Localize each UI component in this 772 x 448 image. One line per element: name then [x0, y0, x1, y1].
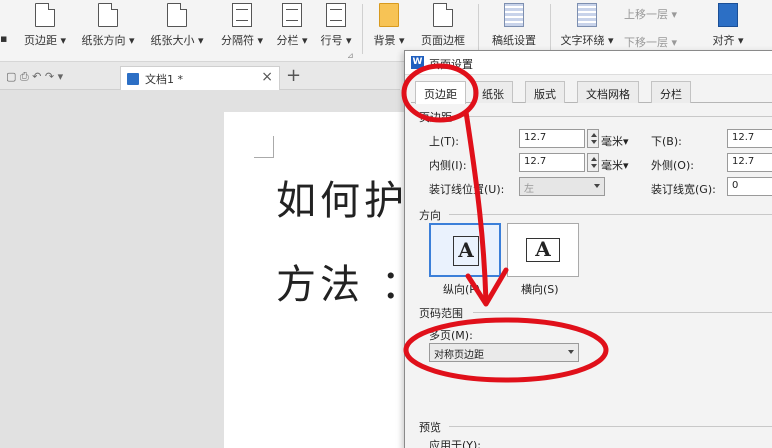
landscape-label: 横向(S) [521, 283, 559, 296]
background-icon [379, 3, 399, 27]
manuscript-icon [504, 3, 524, 27]
top-margin-spinner[interactable] [587, 129, 599, 148]
page-setup-dialog: W 页面设置 页边距 纸张 版式 文档网格 分栏 页边距 上(T): 12.7 … [404, 50, 772, 448]
orientation-button-label: 纸张方向 ▾ [81, 34, 135, 47]
text-wrap-button-label: 文字环绕 ▾ [560, 34, 614, 47]
inside-margin-label: 内侧(I): [429, 159, 467, 172]
inside-margin-spinner[interactable] [587, 153, 599, 172]
orientation-section-title: 方向 [419, 209, 441, 222]
tab-doc-grid[interactable]: 文档网格 [577, 81, 639, 103]
inside-margin-unit[interactable]: 毫米▾ [601, 157, 629, 173]
align-button-label: 对齐 ▾ [712, 34, 744, 47]
document-icon [35, 3, 55, 27]
line-number-button[interactable]: 行号 ▾ [316, 0, 356, 58]
landscape-page-icon: A [526, 238, 560, 262]
document-icon [167, 3, 187, 27]
document-text-line: 如何护 [276, 178, 408, 224]
document-tab-bar: ▢ ⎙ ↶ ↷ ▾ 文档1 * × + [0, 62, 400, 90]
tab-paper[interactable]: 纸张 [473, 81, 513, 103]
landscape-option[interactable]: A [507, 223, 579, 277]
dialog-title: 页面设置 [429, 58, 473, 71]
send-backward-button[interactable]: 下移一层 ▾ [624, 34, 677, 50]
page-corner-marker [254, 136, 274, 158]
ribbon-separator [550, 4, 551, 54]
document-icon [98, 3, 118, 27]
background-button-label: 背景 ▾ [373, 34, 405, 47]
page-border-icon [433, 3, 453, 27]
section-divider [449, 214, 772, 215]
columns-button[interactable]: 分栏 ▾ [272, 0, 312, 58]
top-margin-input[interactable]: 12.7 [519, 129, 585, 148]
ribbon-separator [478, 4, 479, 54]
bring-forward-button[interactable]: 上移一层 ▾ [624, 6, 677, 22]
apply-to-label: 应用于(Y): [429, 439, 482, 448]
chevron-down-icon [568, 350, 574, 354]
dialog-title-bar[interactable]: W 页面设置 [405, 51, 772, 75]
group-expander[interactable]: ⊿ [347, 51, 354, 60]
document-area[interactable]: 如何护 方法 ： [0, 90, 421, 448]
outside-margin-input[interactable]: 12.7 [727, 153, 772, 172]
new-tab-icon[interactable]: + [286, 65, 301, 86]
gutter-width-input[interactable]: 0 [727, 177, 772, 196]
margins-section-title: 页边距 [419, 111, 452, 124]
document-tab[interactable]: 文档1 * × [120, 66, 280, 90]
multi-page-label: 多页(M): [429, 329, 473, 342]
section-divider [461, 116, 772, 117]
section-divider [449, 426, 772, 427]
bottom-margin-input[interactable]: 12.7 [727, 129, 772, 148]
paper-size-button[interactable]: 纸张大小 ▾ [146, 0, 208, 58]
wps-app-icon: W [411, 56, 424, 69]
preview-section-title: 预览 [419, 421, 441, 434]
document-tab-name: 文档1 * [145, 73, 183, 86]
top-margin-label: 上(T): [429, 135, 460, 148]
section-break-button[interactable]: 分隔符 ▾ [214, 0, 270, 58]
paper-size-button-label: 纸张大小 ▾ [150, 34, 204, 47]
multi-page-select[interactable]: 对称页边距 [429, 343, 579, 362]
gutter-position-label: 装订线位置(U): [429, 183, 505, 196]
bottom-margin-label: 下(B): [651, 135, 682, 148]
word-doc-icon [127, 73, 139, 85]
gutter-position-select: 左 [519, 177, 605, 196]
tab-columns[interactable]: 分栏 [651, 81, 691, 103]
section-break-icon [232, 3, 252, 27]
margins-button[interactable]: 页边距 ▾ [20, 0, 70, 58]
columns-icon [282, 3, 302, 27]
tab-layout[interactable]: 版式 [525, 81, 565, 103]
quick-access-icons[interactable]: ▢ ⎙ ↶ ↷ ▾ [6, 70, 63, 84]
line-number-button-label: 行号 ▾ [320, 34, 352, 47]
margins-button-label: 页边距 ▾ [23, 34, 67, 47]
portrait-label: 纵向(P) [443, 283, 481, 296]
dialog-tabs: 页边距 纸张 版式 文档网格 分栏 [411, 81, 772, 104]
document-text-line: 方法 ： [276, 262, 425, 308]
inside-margin-input[interactable]: 12.7 [519, 153, 585, 172]
close-tab-icon[interactable]: × [261, 69, 273, 85]
chevron-down-icon [594, 184, 600, 188]
manuscript-button-label: 稿纸设置 [492, 34, 536, 47]
gutter-position-value: 左 [524, 184, 534, 195]
multi-page-value: 对称页边距 [434, 350, 484, 361]
page-border-button-label: 页面边框 [421, 34, 465, 47]
ribbon-separator [362, 4, 363, 54]
orientation-button[interactable]: 纸张方向 ▾ [78, 0, 138, 58]
section-break-button-label: 分隔符 ▾ [220, 34, 264, 47]
ribbon-cut-label: ▪ [0, 32, 8, 45]
columns-button-label: 分栏 ▾ [276, 34, 308, 47]
text-wrap-icon [577, 3, 597, 27]
gutter-width-label: 装订线宽(G): [651, 183, 716, 196]
top-margin-unit[interactable]: 毫米▾ [601, 133, 629, 149]
section-divider [473, 312, 772, 313]
document-page[interactable]: 如何护 方法 ： [224, 112, 421, 448]
page-range-section-title: 页码范围 [419, 307, 463, 320]
align-icon [718, 3, 738, 27]
outside-margin-label: 外侧(O): [651, 159, 694, 172]
portrait-option[interactable]: A [429, 223, 501, 277]
portrait-page-icon: A [453, 236, 479, 266]
tab-margins[interactable]: 页边距 [415, 81, 466, 104]
line-number-icon [326, 3, 346, 27]
